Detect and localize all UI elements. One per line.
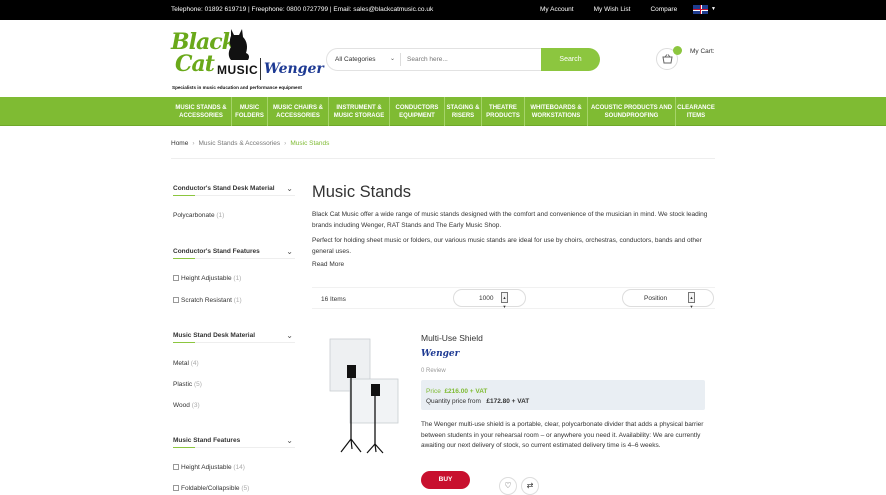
checkbox[interactable] — [173, 485, 179, 491]
search-category-select[interactable]: All Categories — [335, 56, 375, 63]
cart-count-badge — [673, 46, 682, 55]
my-account-link[interactable]: My Account — [540, 6, 574, 13]
chevron-down-icon[interactable]: ⌄ — [390, 55, 395, 62]
price-box: Price £216.00 + VAT Quantity price from … — [421, 380, 705, 410]
search-bar: All Categories ⌄ Search — [326, 48, 600, 71]
category-description-2: Perfect for holding sheet music or folde… — [312, 237, 702, 255]
nav-item-acoustic[interactable]: ACOUSTIC PRODUCTS AND SOUNDPROOFING — [588, 97, 676, 126]
product-brand-logo: Wenger — [421, 349, 460, 359]
wenger-logo: Wenger — [264, 61, 324, 77]
filter-option-height-adjustable[interactable]: Height Adjustable (14) — [173, 464, 245, 471]
breadcrumb-current: Music Stands — [290, 140, 330, 147]
filter-option-plastic[interactable]: Plastic (5) — [173, 381, 202, 388]
nav-item-clearance[interactable]: CLEARANCE ITEMS — [676, 97, 716, 126]
nav-item-music-stands[interactable]: MUSIC STANDS & ACCESSORIES — [171, 97, 232, 126]
cart-label[interactable]: My Cart: — [690, 48, 715, 55]
checkbox[interactable] — [173, 297, 179, 303]
nav-item-whiteboards[interactable]: WHITEBOARDS & WORKSTATIONS — [525, 97, 588, 126]
chevron-right-icon: › — [284, 140, 287, 147]
filter-option-polycarbonate[interactable]: Polycarbonate (1) — [173, 212, 224, 219]
divider — [171, 158, 715, 159]
dropdown-arrow-icon[interactable]: ▲ ▼ — [688, 292, 695, 309]
sort-value: Position — [644, 295, 668, 302]
page-title: Music Stands — [312, 183, 412, 201]
filter-heading-stand-desk-material[interactable]: Music Stand Desk Material ⌄ — [173, 331, 295, 343]
dropdown-arrow-icon[interactable]: ▲ ▼ — [501, 292, 508, 309]
breadcrumb-home[interactable]: Home — [171, 140, 188, 147]
filter-heading-conductor-desk-material[interactable]: Conductor's Stand Desk Material ⌄ — [173, 184, 295, 196]
logo-divider — [260, 58, 261, 80]
breadcrumb-parent[interactable]: Music Stands & Accessories — [199, 140, 281, 147]
price-value: £216.00 + VAT — [444, 388, 488, 395]
site-logo[interactable]: Black Cat MUSIC Wenger Specialists in mu… — [171, 25, 324, 95]
compare-link[interactable]: Compare — [650, 6, 677, 13]
product-image[interactable] — [324, 336, 404, 456]
search-separator — [400, 53, 401, 66]
filter-option-height-adjustable[interactable]: Height Adjustable (1) — [173, 275, 241, 282]
main-nav: MUSIC STANDS & ACCESSORIES MUSIC FOLDERS M… — [0, 97, 886, 126]
product-name[interactable]: Multi-Use Shield — [421, 333, 483, 343]
uk-flag-icon[interactable] — [693, 5, 708, 14]
chevron-down-icon[interactable]: ⌄ — [286, 184, 293, 193]
wishlist-heart-icon[interactable]: ♡ — [499, 477, 517, 495]
nav-item-theatre[interactable]: THEATRE PRODUCTS — [482, 97, 525, 126]
price-line: Price £216.00 + VAT — [426, 388, 488, 395]
read-more-link[interactable]: Read More — [312, 261, 344, 268]
quantity-price-line: Quantity price from £172.80 + VAT — [426, 398, 530, 405]
filter-option-wood[interactable]: Wood (3) — [173, 402, 200, 409]
logo-text-music: MUSIC — [217, 63, 259, 77]
nav-item-conductors[interactable]: CONDUCTORS EQUIPMENT — [390, 97, 445, 126]
quantity-price-value: £172.80 + VAT — [486, 398, 530, 405]
logo-tagline: Specialists in music education and perfo… — [172, 85, 302, 90]
checkbox[interactable] — [173, 275, 179, 281]
top-bar: Telephone: 01892 619719 | Freephone: 080… — [0, 0, 886, 20]
filter-heading-stand-features[interactable]: Music Stand Features ⌄ — [173, 436, 295, 448]
search-button[interactable]: Search — [541, 48, 600, 71]
cat-silhouette-icon — [228, 29, 250, 60]
chevron-right-icon: › — [192, 140, 195, 147]
account-links: My Account My Wish List Compare — [540, 6, 677, 13]
contact-info: Telephone: 01892 619719 | Freephone: 080… — [171, 6, 434, 13]
filter-option-foldable[interactable]: Foldable/Collapsible (5) — [173, 485, 249, 492]
product-description: The Wenger multi-use shield is a portabl… — [421, 421, 704, 449]
limiter-value: 1000 — [479, 295, 494, 302]
chevron-down-icon[interactable]: ⌄ — [286, 247, 293, 256]
limiter-select[interactable]: 1000 ▲ ▼ — [453, 289, 526, 309]
items-count: 16 Items — [321, 296, 346, 303]
filter-option-metal[interactable]: Metal (4) — [173, 360, 199, 367]
breadcrumb: Home › Music Stands & Accessories › Music St… — [171, 140, 329, 147]
nav-item-storage[interactable]: INSTRUMENT & MUSIC STORAGE — [329, 97, 390, 126]
filter-heading-conductor-features[interactable]: Conductor's Stand Features ⌄ — [173, 247, 295, 259]
chevron-down-icon[interactable]: ▼ — [711, 6, 716, 12]
review-count[interactable]: 0 Review — [421, 368, 446, 374]
filter-option-scratch-resistant[interactable]: Scratch Resistant (1) — [173, 297, 242, 304]
search-input[interactable] — [407, 52, 537, 67]
checkbox[interactable] — [173, 464, 179, 470]
nav-item-music-folders[interactable]: MUSIC FOLDERS — [232, 97, 268, 126]
logo-text-cat: Cat — [175, 51, 215, 77]
nav-item-music-chairs[interactable]: MUSIC CHAIRS & ACCESSORIES — [268, 97, 329, 126]
chevron-down-icon[interactable]: ⌄ — [286, 436, 293, 445]
buy-button[interactable]: BUY — [421, 471, 470, 489]
sort-select[interactable]: Position ▲ ▼ — [622, 289, 714, 309]
my-wishlist-link[interactable]: My Wish List — [594, 6, 631, 13]
compare-icon[interactable]: ⇄ — [521, 477, 539, 495]
nav-item-staging[interactable]: STAGING & RISERS — [445, 97, 482, 126]
category-description: Black Cat Music offer a wide range of mu… — [312, 211, 708, 229]
basket-icon — [662, 54, 673, 64]
chevron-down-icon[interactable]: ⌄ — [286, 331, 293, 340]
